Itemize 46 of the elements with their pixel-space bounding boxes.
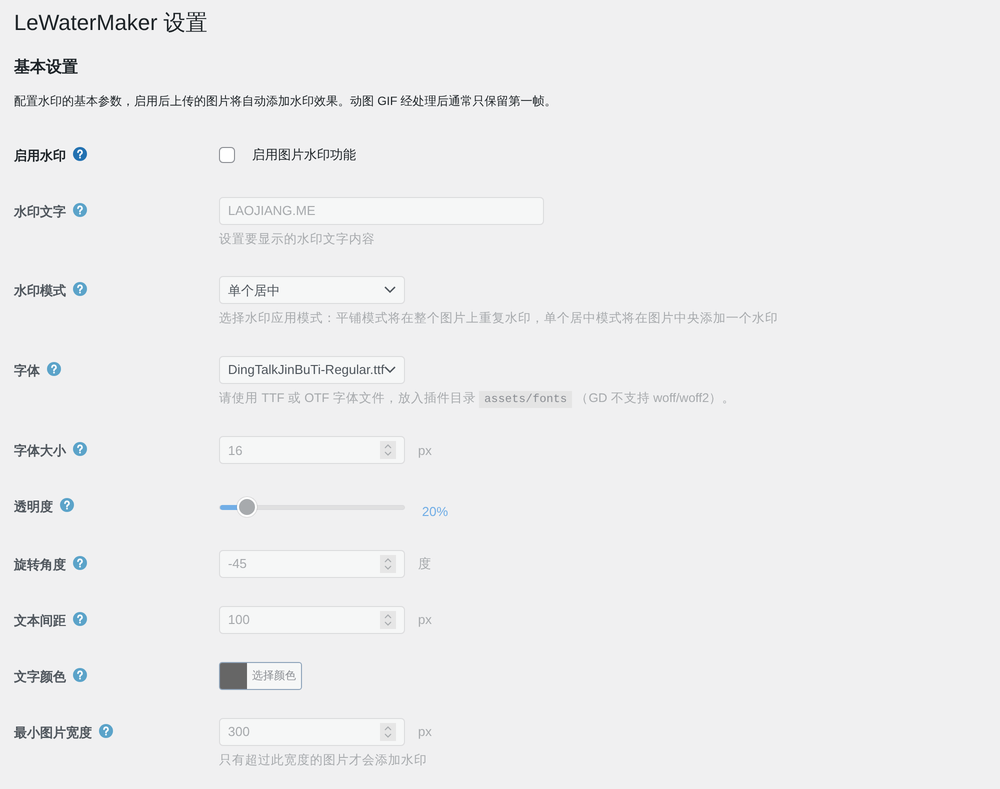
unit-label: px bbox=[418, 611, 432, 630]
field-label: 字体大小 bbox=[14, 442, 66, 460]
help-icon[interactable] bbox=[73, 668, 87, 682]
help-text: 只有超过此宽度的图片才会添加水印 bbox=[219, 752, 428, 769]
section-description: 配置水印的基本参数，启用后上传的图片将自动添加水印效果。动图 GIF 经处理后通常只保留第一帧。 bbox=[14, 92, 558, 110]
number-value: 16 bbox=[228, 442, 242, 460]
help-icon[interactable] bbox=[73, 146, 87, 161]
number-value: -45 bbox=[228, 555, 247, 574]
page-title: LeWaterMaker 设置 bbox=[14, 10, 209, 36]
chevron-down-icon bbox=[384, 366, 396, 374]
field-label: 旋转角度 bbox=[14, 556, 66, 574]
help-icon[interactable] bbox=[47, 362, 61, 376]
section-title: 基本设置 bbox=[14, 58, 79, 78]
field-label: 文字颜色 bbox=[14, 668, 66, 686]
field-label: 水印模式 bbox=[14, 282, 66, 300]
unit-label: px bbox=[418, 442, 432, 460]
field-label: 最小图片宽度 bbox=[14, 724, 92, 742]
slider-reading: 20% bbox=[422, 503, 448, 522]
help-icon[interactable] bbox=[73, 282, 87, 296]
spinner-icon bbox=[380, 610, 396, 629]
help-text: 选择水印应用模式：平铺模式将在整个图片上重复水印，单个居中模式将在图片中央添加一个水印 bbox=[219, 310, 779, 328]
checkbox-label[interactable]: 启用图片水印功能 bbox=[252, 144, 356, 164]
number-value: 300 bbox=[228, 723, 250, 742]
unit-label: px bbox=[418, 723, 432, 742]
field-label: 字体 bbox=[14, 362, 40, 380]
spinner-icon bbox=[380, 554, 396, 573]
select-value: DingTalkJinBuTi-Regular.ttf bbox=[228, 361, 384, 380]
spinner-icon bbox=[380, 722, 396, 741]
spinner-icon bbox=[380, 441, 396, 460]
help-icon[interactable] bbox=[73, 612, 87, 626]
field-label: 透明度 bbox=[14, 498, 53, 516]
help-icon[interactable] bbox=[73, 202, 87, 217]
checkbox[interactable] bbox=[219, 146, 235, 163]
chevron-down-icon bbox=[384, 286, 396, 294]
field-label: 文本间距 bbox=[14, 612, 66, 630]
help-icon[interactable] bbox=[73, 442, 87, 456]
help-text: 设置要显示的水印文字内容 bbox=[219, 230, 376, 248]
field-label: 启用水印 bbox=[14, 146, 66, 165]
unit-label: 度 bbox=[418, 555, 431, 574]
help-text: 请使用 TTF 或 OTF 字体文件，放入插件目录 assets/fonts （GD 不支持 woff/woff2）。 bbox=[219, 390, 736, 408]
help-icon[interactable] bbox=[60, 498, 74, 512]
select-value: 单个居中 bbox=[228, 282, 280, 300]
help-icon[interactable] bbox=[99, 724, 113, 738]
field-label: 水印文字 bbox=[14, 202, 66, 221]
number-value: 100 bbox=[228, 611, 250, 630]
help-icon[interactable] bbox=[73, 556, 87, 570]
